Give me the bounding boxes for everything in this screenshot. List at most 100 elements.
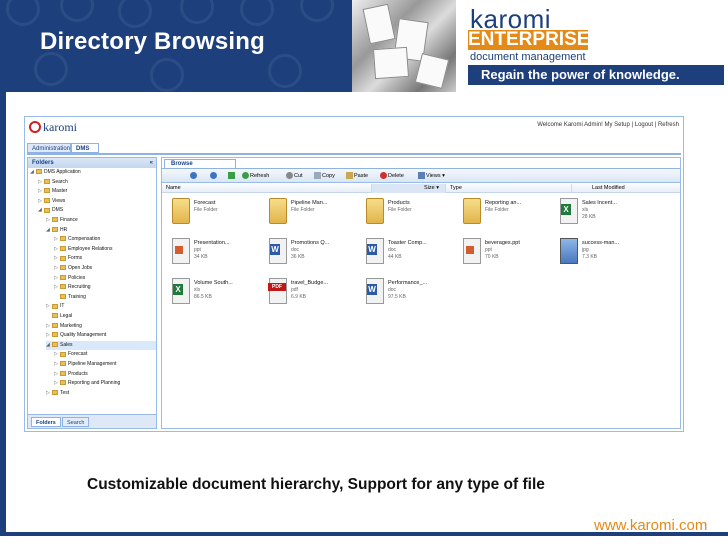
browse-toolbar: Refresh Cut Copy Paste Delete Views ▾ (162, 169, 680, 183)
paste-button[interactable]: Paste (346, 171, 368, 181)
up-button[interactable] (228, 171, 236, 181)
folder-icon (52, 226, 58, 232)
collapse-icon[interactable]: « (150, 158, 153, 168)
cut-button[interactable]: Cut (286, 171, 303, 181)
scissors-icon (286, 172, 293, 180)
file-tile[interactable]: beverages.ppt ppt 70 KB (457, 234, 547, 268)
file-tile[interactable]: Presentation... ppt 34 KB (166, 234, 256, 268)
folder-icon (44, 178, 50, 184)
tree-node[interactable]: ▷ Open Jobs (54, 264, 156, 273)
tree-node[interactable]: ▷ Forms (54, 254, 156, 263)
tree-node[interactable]: ▷ Finance (46, 216, 156, 225)
tree-node[interactable]: ▷ Test (46, 389, 156, 398)
forward-button[interactable] (210, 171, 218, 181)
file-size: 6.9 KB (291, 294, 307, 300)
column-headers: Name Size ▾ Type Last Modified (162, 184, 680, 193)
tree-node[interactable]: ▷ Quality Management (46, 331, 156, 340)
folder-icon (52, 313, 58, 319)
user-links[interactable]: Welcome Karomi Admin! My Setup | Logout … (537, 122, 679, 128)
file-tile[interactable]: Products File Folder (360, 194, 450, 228)
column-last-modified[interactable]: Last Modified (572, 184, 680, 193)
file-type: ppt (485, 247, 492, 253)
tree-node[interactable]: ▷ Master (38, 187, 156, 196)
tree-node-label: Training (68, 293, 86, 300)
file-size: 97.5 KB (388, 294, 406, 300)
file-type: xls (582, 207, 589, 213)
tree-node[interactable]: ▷ Pipeline Management (54, 360, 156, 369)
tree-node[interactable]: ▷ IT (46, 302, 156, 311)
file-tile[interactable]: Reporting an... File Folder (457, 194, 547, 228)
karomi-logo-icon (29, 121, 41, 133)
file-tile[interactable]: Forecast File Folder (166, 194, 256, 228)
tree-node[interactable]: ◢ HR (46, 226, 156, 235)
copy-button[interactable]: Copy (314, 171, 335, 181)
file-tile[interactable]: success-man... jpg 7.3 KB (554, 234, 644, 268)
title-area: Directory Browsing (0, 0, 352, 92)
file-type: File Folder (194, 207, 218, 213)
column-size[interactable]: Size ▾ (372, 184, 446, 193)
file-name: Reporting an... (485, 200, 522, 206)
tree-node[interactable]: ▷ Policies (54, 274, 156, 283)
tree-node[interactable]: ▷ Recruiting (54, 283, 156, 292)
folder-icon (60, 265, 66, 271)
file-tile[interactable]: travel_Budge...pdf6.9 KB (263, 274, 353, 308)
tree-node[interactable]: ▷ Forecast (54, 350, 156, 359)
file-tile[interactable]: Performance_...doc97.5 KB (360, 274, 450, 308)
folder-icon (44, 188, 50, 194)
folder-icon (60, 293, 66, 299)
tree-node-label: DMS Application (44, 169, 81, 175)
file-tile[interactable]: Pipeline Man... File Folder (263, 194, 353, 228)
tree-node[interactable]: ◢ Sales (46, 340, 156, 350)
tree-node-label: Open Jobs (68, 265, 93, 271)
tree-node[interactable]: ▷ Marketing (46, 322, 156, 331)
tree-node[interactable]: ◢ DMS (38, 206, 156, 215)
tree-node[interactable]: ▷ Views (38, 197, 156, 206)
folder-icon (44, 207, 50, 213)
views-button[interactable]: Views ▾ (418, 171, 445, 181)
file-tile[interactable]: Promotions Q...doc36 KB (263, 234, 353, 268)
tree-node-label: Compensation (68, 236, 101, 243)
tree-node[interactable]: ◢ DMS Application (30, 168, 156, 177)
tree-node-label: Policies (68, 274, 86, 281)
delete-button[interactable]: Delete (380, 171, 404, 181)
left-accent-strip (0, 92, 6, 532)
file-name: Performance_... (388, 280, 428, 286)
column-name[interactable]: Name (162, 184, 372, 193)
slide-header-banner: Directory Browsing karomi ENTERPRISE doc… (0, 0, 728, 92)
file-tile[interactable]: Volume South...xls86.5 KB (166, 274, 256, 308)
tree-node[interactable]: ▷ Search (38, 178, 156, 187)
folder-icon (60, 370, 66, 376)
tree-node[interactable]: Legal (46, 312, 156, 321)
file-size: 7.3 KB (582, 254, 598, 260)
tree-node-label: Master (52, 188, 68, 195)
column-type[interactable]: Type (446, 184, 572, 193)
back-button[interactable] (190, 171, 198, 181)
tree-node[interactable]: ▷ Products (54, 370, 156, 379)
karomi-enterprise-logo: karomi ENTERPRISE document management Re… (456, 0, 728, 92)
tree-node[interactable]: ▷ Employee Relations (54, 245, 156, 254)
file-name: travel_Budge... (291, 280, 328, 286)
tree-node[interactable]: Training (54, 293, 156, 302)
file-type: File Folder (485, 207, 509, 213)
file-type: File Folder (291, 207, 315, 213)
refresh-button[interactable]: Refresh (242, 171, 269, 181)
powerpoint-file-icon (463, 238, 481, 264)
tab-dms[interactable]: DMS (71, 143, 99, 153)
copy-label: Copy (322, 173, 335, 179)
file-tile[interactable]: Toaster Comp...doc44 KB (360, 234, 450, 268)
folder-icon (172, 198, 190, 224)
paste-icon (346, 172, 353, 180)
tab-browse[interactable]: Browse (164, 159, 236, 168)
paper-stack-photo (352, 0, 456, 92)
tab-administration[interactable]: Administration (27, 143, 71, 153)
tree-node[interactable]: ▷ Compensation (54, 235, 156, 244)
forward-arrow-icon (210, 172, 217, 180)
tree-node[interactable]: ▷ Reporting and Planning (54, 379, 156, 388)
tab-folders[interactable]: Folders (31, 417, 61, 427)
bottom-rule (0, 532, 728, 546)
folder-icon (60, 380, 66, 386)
tab-search[interactable]: Search (62, 417, 90, 427)
paste-label: Paste (354, 173, 369, 179)
file-tile[interactable]: Sales Incent...xls28 KB (554, 194, 644, 228)
tree-node-label: Legal (60, 313, 73, 319)
